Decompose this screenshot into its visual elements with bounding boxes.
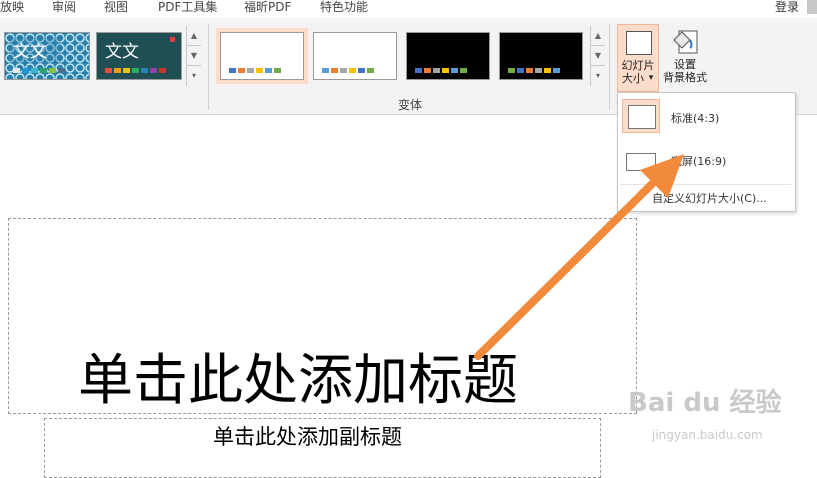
standard-4-3-icon bbox=[628, 105, 656, 129]
menu-item-standard-label: 标准(4:3) bbox=[671, 112, 720, 125]
menu-item-standard[interactable]: 标准(4:3) bbox=[618, 95, 793, 137]
theme-thumb-pattern[interactable]: 文文 bbox=[4, 32, 90, 80]
tab-pdf-tools[interactable]: PDF工具集 bbox=[158, 0, 217, 15]
color-swatches bbox=[13, 68, 65, 73]
tab-special-features[interactable]: 特色功能 bbox=[320, 0, 368, 15]
group-separator bbox=[208, 24, 209, 110]
variant-thumb-black-1[interactable] bbox=[406, 32, 490, 80]
color-swatches bbox=[229, 68, 281, 73]
tab-view[interactable]: 视图 bbox=[104, 0, 128, 15]
variant-thumb-white-2[interactable] bbox=[313, 32, 397, 80]
theme-thumb-label: 文文 bbox=[13, 42, 47, 62]
slide-size-button[interactable]: 幻灯片 大小 ▾ bbox=[617, 24, 659, 92]
title-placeholder-text: 单击此处添加标题 bbox=[78, 348, 519, 412]
slide-size-label-line1: 幻灯片 bbox=[621, 59, 655, 72]
color-swatches bbox=[105, 68, 166, 73]
login-link[interactable]: 登录 bbox=[775, 0, 799, 15]
avatar[interactable] bbox=[807, 0, 817, 14]
color-swatches bbox=[415, 68, 467, 73]
tab-foxit-pdf[interactable]: 福昕PDF bbox=[244, 0, 291, 15]
accent-mark bbox=[170, 37, 175, 42]
menu-item-custom-size-label: 自定义幻灯片大小(C)... bbox=[652, 192, 767, 205]
gallery-scroll-down-button[interactable]: ▼ bbox=[591, 46, 605, 66]
tab-slideshow[interactable]: 放映 bbox=[0, 0, 24, 15]
slide-size-icon bbox=[626, 31, 652, 55]
group-separator bbox=[609, 24, 610, 110]
slide-size-label-line2: 大小 bbox=[622, 72, 644, 85]
theme-thumb-dark-teal[interactable]: 文文 bbox=[96, 32, 182, 80]
widescreen-16-9-icon bbox=[626, 153, 656, 171]
subtitle-placeholder-text: 单击此处添加副标题 bbox=[213, 425, 402, 449]
gallery-more-button[interactable]: ▾ bbox=[187, 66, 201, 85]
slide-size-dropdown: 标准(4:3) 宽屏(16:9) 自定义幻灯片大小(C)... bbox=[617, 92, 796, 212]
theme-gallery-scroll: ▲ ▼ ▾ bbox=[186, 26, 201, 86]
chevron-down-icon: ▾ bbox=[648, 73, 654, 83]
menu-divider bbox=[620, 184, 791, 185]
variant-group-label: 变体 bbox=[398, 98, 423, 112]
gallery-scroll-down-button[interactable]: ▼ bbox=[187, 46, 201, 66]
format-background-button[interactable]: 设置 背景格式 bbox=[660, 24, 710, 92]
watermark-url: jingyan.baidu.com bbox=[652, 428, 763, 442]
gallery-scroll-up-button[interactable]: ▲ bbox=[187, 26, 201, 46]
menu-item-custom-size[interactable]: 自定义幻灯片大小(C)... bbox=[618, 187, 793, 209]
format-bg-label-line2: 背景格式 bbox=[663, 71, 707, 84]
gallery-scroll-up-button[interactable]: ▲ bbox=[591, 26, 605, 46]
color-swatches bbox=[322, 68, 374, 73]
paint-bucket-icon bbox=[673, 30, 698, 54]
color-swatches bbox=[508, 68, 560, 73]
watermark-brand: Bai du 经验 bbox=[628, 388, 782, 418]
tab-review[interactable]: 审阅 bbox=[52, 0, 76, 15]
format-bg-label-line1: 设置 bbox=[674, 58, 696, 71]
ribbon-tab-bar: 放映 审阅 视图 PDF工具集 福昕PDF 特色功能 登录 bbox=[0, 0, 817, 18]
menu-item-widescreen-label: 宽屏(16:9) bbox=[671, 155, 727, 168]
variant-gallery-scroll: ▲ ▼ ▾ bbox=[590, 26, 605, 86]
variant-thumb-black-2[interactable] bbox=[499, 32, 583, 80]
variant-thumb-white-1[interactable] bbox=[220, 32, 304, 80]
gallery-more-button[interactable]: ▾ bbox=[591, 66, 605, 85]
theme-thumb-label: 文文 bbox=[105, 42, 139, 62]
menu-item-widescreen[interactable]: 宽屏(16:9) bbox=[618, 141, 793, 183]
